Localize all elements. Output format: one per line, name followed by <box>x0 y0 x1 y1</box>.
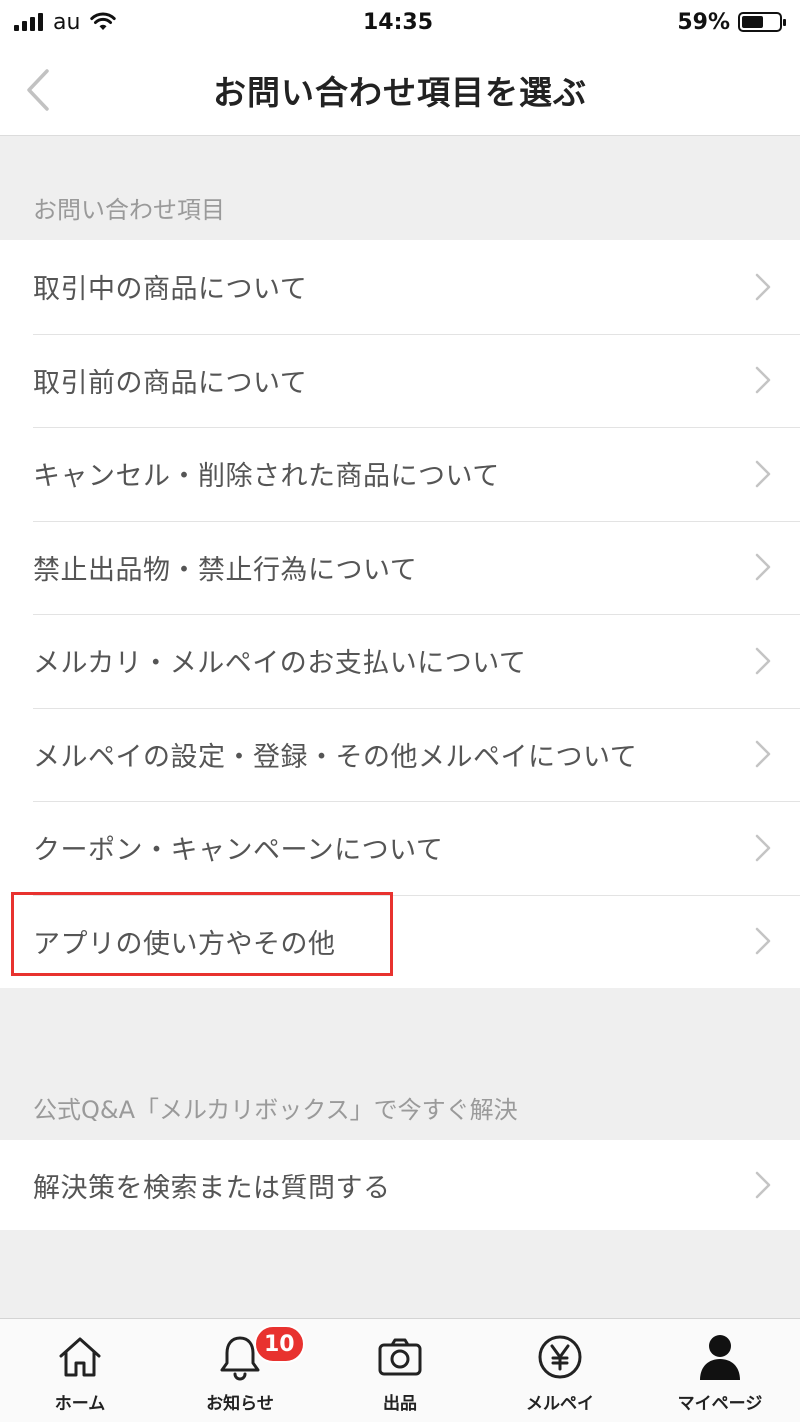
status-time: 14:35 <box>362 9 434 35</box>
battery-icon <box>738 12 786 32</box>
list-item-label: キャンセル・削除された商品について <box>33 461 500 493</box>
chevron-right-icon <box>755 928 771 955</box>
list-item-label: メルペイの設定・登録・その他メルペイについて <box>33 741 638 773</box>
list-item-label: 取引中の商品について <box>33 274 308 306</box>
list-item-app-usage[interactable]: アプリの使い方やその他 <box>0 894 800 989</box>
list-item[interactable]: キャンセル・削除された商品について <box>0 427 800 521</box>
list-item-label: メルカリ・メルペイのお支払いについて <box>33 648 527 680</box>
tab-home[interactable]: ホーム <box>0 1319 160 1422</box>
chevron-right-icon <box>755 741 771 768</box>
home-icon <box>54 1331 106 1383</box>
camera-icon <box>374 1331 426 1383</box>
tab-notifications[interactable]: お知らせ 10 <box>160 1319 320 1422</box>
tab-label: マイページ <box>677 1394 763 1414</box>
back-button[interactable] <box>16 66 60 114</box>
battery-percent: 59% <box>677 9 730 35</box>
status-bar: au 14:35 59% <box>0 0 800 44</box>
list-item[interactable]: 禁止出品物・禁止行為について <box>0 520 800 615</box>
battery-fill <box>742 16 764 28</box>
list-item-label: クーポン・キャンペーンについて <box>33 835 444 867</box>
list-item[interactable]: 取引前の商品について <box>0 333 800 428</box>
list-item[interactable]: クーポン・キャンペーンについて <box>0 801 800 895</box>
inquiry-list: 取引中の商品について 取引前の商品について キャンセル・削除された商品について … <box>0 240 800 988</box>
notification-badge: 10 <box>254 1325 305 1363</box>
tab-label: お知らせ <box>206 1394 274 1414</box>
tab-label: メルペイ <box>526 1394 594 1414</box>
wifi-icon <box>90 12 117 30</box>
chevron-right-icon <box>755 367 771 394</box>
tab-merpay[interactable]: メルペイ <box>480 1319 640 1422</box>
chevron-right-icon <box>755 834 771 861</box>
list-item-label: アプリの使い方やその他 <box>33 928 336 960</box>
section-header-inquiry: お問い合わせ項目 <box>33 196 225 224</box>
status-left: au <box>14 10 274 35</box>
person-icon <box>694 1331 746 1383</box>
qa-list: 解決策を検索または質問する <box>0 1140 800 1230</box>
chevron-right-icon <box>755 1171 771 1199</box>
status-right: 59% <box>522 9 786 35</box>
list-item-label: 解決策を検索または質問する <box>33 1172 391 1204</box>
tab-bar: ホーム お知らせ 10 出品 メルペイ マイページ <box>0 1318 800 1422</box>
screen: au 14:35 59% お問い合わせ項目を選ぶ お問い合わせ項目 取引中の商品… <box>0 0 800 1422</box>
chevron-right-icon <box>755 647 771 674</box>
list-item[interactable]: 取引中の商品について <box>0 240 800 334</box>
list-item[interactable]: メルカリ・メルペイのお支払いについて <box>0 614 800 708</box>
tab-mypage[interactable]: マイページ <box>640 1319 800 1422</box>
chevron-right-icon <box>755 554 771 581</box>
list-item-search-question[interactable]: 解決策を検索または質問する <box>0 1140 800 1230</box>
navigation-bar: お問い合わせ項目を選ぶ <box>0 44 800 136</box>
tab-label: 出品 <box>383 1394 417 1414</box>
list-item-label: 取引前の商品について <box>33 367 308 399</box>
chevron-right-icon <box>755 273 771 300</box>
signal-strength-icon <box>14 13 43 31</box>
chevron-right-icon <box>755 460 771 487</box>
yen-coin-icon <box>534 1331 586 1383</box>
list-item[interactable]: メルペイの設定・登録・その他メルペイについて <box>0 707 800 802</box>
list-item-label: 禁止出品物・禁止行為について <box>33 554 418 586</box>
page-title: お問い合わせ項目を選ぶ <box>213 72 587 112</box>
tab-label: ホーム <box>54 1394 106 1414</box>
carrier-label: au <box>53 9 81 35</box>
chevron-left-icon <box>27 69 49 111</box>
section-header-qa: 公式Q&A「メルカリボックス」で今すぐ解決 <box>33 1096 518 1124</box>
tab-listing[interactable]: 出品 <box>320 1319 480 1422</box>
